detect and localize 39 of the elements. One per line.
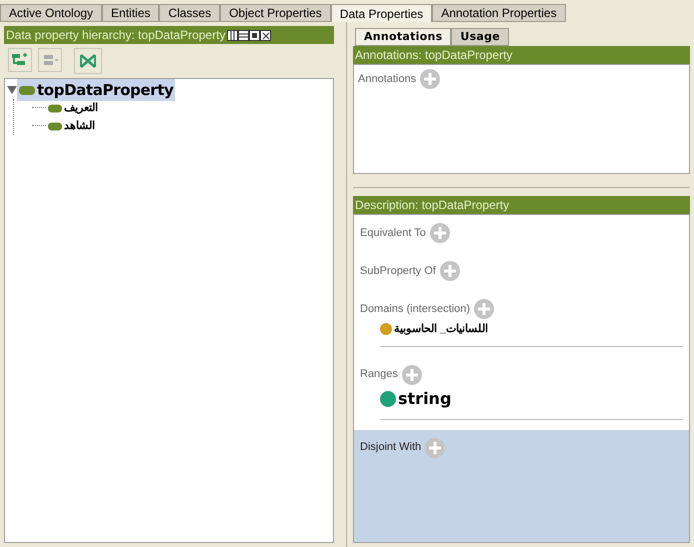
- entity-label[interactable]: اللسانيات_ الحاسوبية: [394, 321, 488, 338]
- entity-label[interactable]: string: [398, 386, 452, 410]
- tab[interactable]: Classes: [159, 4, 220, 22]
- section-label: SubProperty Of: [360, 264, 436, 279]
- property-icon: [48, 122, 62, 130]
- tab[interactable]: Data Properties: [330, 4, 432, 22]
- tree-item[interactable]: التعريف: [46, 100, 100, 116]
- tree-item[interactable]: topDataProperty: [17, 78, 176, 102]
- add-sibling-button[interactable]: [38, 48, 62, 72]
- section-label: Disjoint With: [360, 440, 422, 456]
- tab[interactable]: Annotations: [355, 28, 452, 46]
- expand-triangle-icon[interactable]: [7, 85, 17, 95]
- delete-icon: [79, 53, 97, 69]
- panel-title: Description: topDataProperty: [355, 197, 510, 214]
- tab[interactable]: Entities: [102, 4, 160, 22]
- sibling-icon: [42, 53, 58, 67]
- tab[interactable]: Annotation Properties: [432, 4, 566, 22]
- tab[interactable]: Active Ontology: [0, 4, 102, 22]
- add-icon[interactable]: [430, 223, 450, 243]
- section-label: Ranges: [360, 367, 398, 382]
- add-subproperty-button[interactable]: [8, 48, 32, 72]
- property-icon: [19, 86, 35, 94]
- tab[interactable]: Object Properties: [220, 4, 331, 22]
- section-label: Domains (intersection): [360, 302, 470, 317]
- add-icon[interactable]: [420, 69, 440, 89]
- section-label: Equivalent To: [360, 226, 426, 241]
- panel-title: Data property hierarchy: topDataProperty: [6, 27, 226, 44]
- delete-button[interactable]: [74, 48, 102, 74]
- hierarchy-add-icon: [12, 53, 28, 67]
- property-icon: [48, 104, 62, 112]
- view-controls-icon[interactable]: [227, 30, 272, 40]
- add-icon[interactable]: [440, 261, 460, 281]
- tab[interactable]: Usage: [451, 28, 510, 46]
- add-icon[interactable]: [402, 364, 422, 384]
- add-icon[interactable]: [474, 299, 494, 319]
- panel-title: Annotations: topDataProperty: [355, 47, 512, 64]
- add-icon[interactable]: [425, 438, 446, 458]
- tree-item[interactable]: الشاهد: [46, 118, 97, 134]
- section-label: Annotations: [358, 72, 416, 87]
